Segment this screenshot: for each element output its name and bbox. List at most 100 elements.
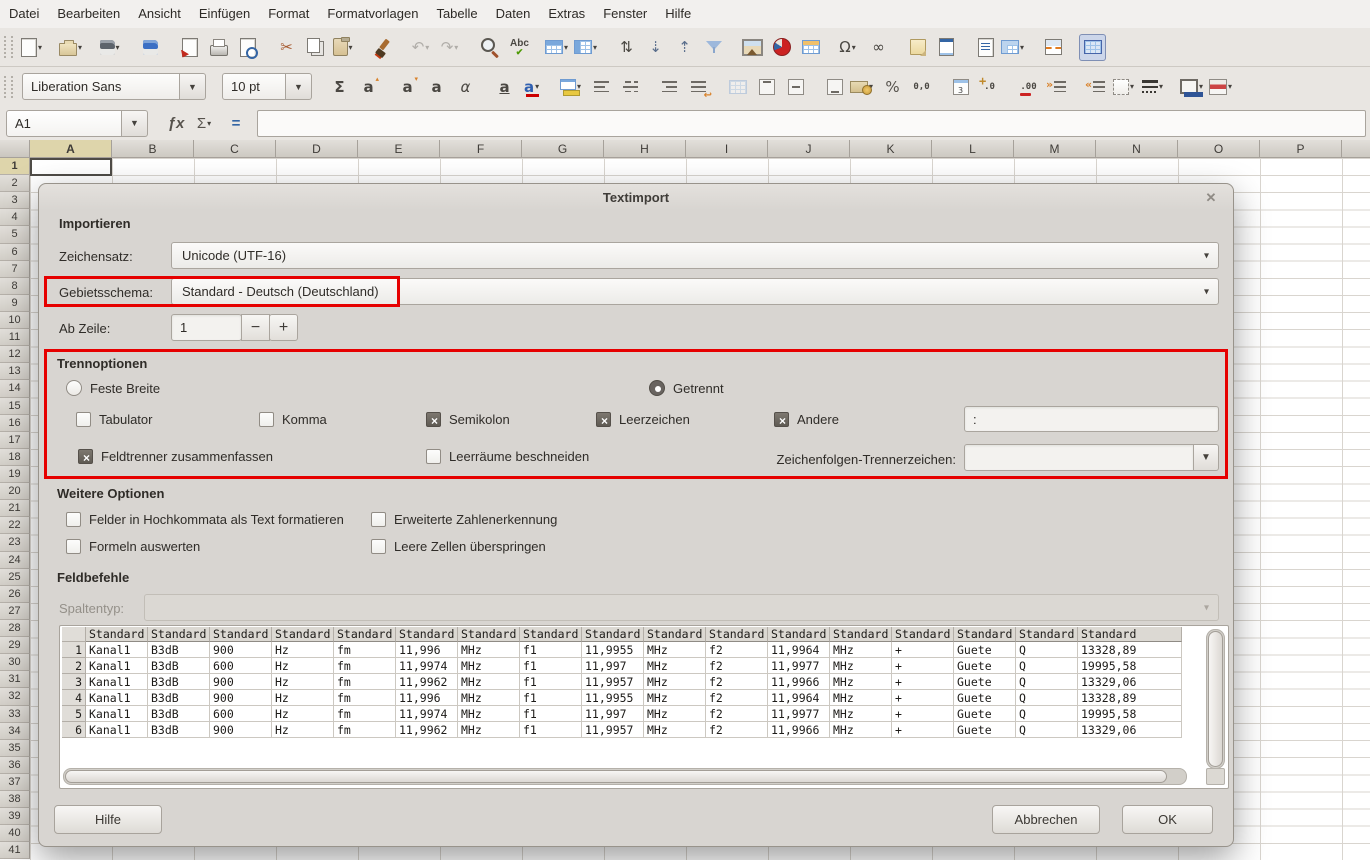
row-header-36[interactable]: 36 <box>0 757 30 774</box>
menu-item-einfügen[interactable]: Einfügen <box>190 0 259 28</box>
preview-column-header-15[interactable]: Standard <box>954 627 1016 642</box>
preview-horizontal-scrollbar[interactable] <box>63 768 1187 785</box>
borders-icon[interactable]: ▾ <box>1112 73 1139 100</box>
print-area-icon[interactable] <box>972 34 999 61</box>
align-bottom-icon[interactable] <box>821 73 848 100</box>
preview-column-header-9[interactable]: Standard <box>582 627 644 642</box>
column-header-partial[interactable] <box>1342 140 1370 158</box>
sum-icon[interactable]: Σ▾ <box>191 110 221 136</box>
column-header-j[interactable]: J <box>768 140 850 158</box>
align-middle-icon[interactable] <box>782 73 809 100</box>
row-header-20[interactable]: 20 <box>0 483 30 500</box>
rows-icon[interactable]: ▾ <box>545 34 572 61</box>
preview-column-header-2[interactable]: Standard <box>148 627 210 642</box>
merge-cells-icon[interactable] <box>724 73 751 100</box>
clone-formatting-icon[interactable] <box>370 34 397 61</box>
row-header-9[interactable]: 9 <box>0 295 30 312</box>
scrollbar-thumb[interactable] <box>65 770 1167 783</box>
menu-item-tabelle[interactable]: Tabelle <box>427 0 486 28</box>
save-icon[interactable]: ▾ <box>98 34 125 61</box>
row-header-40[interactable]: 40 <box>0 825 30 842</box>
preview-column-header-1[interactable]: Standard <box>86 627 148 642</box>
checkbox-icon[interactable] <box>66 512 81 527</box>
sort-descending-icon[interactable]: ⇡ <box>671 34 698 61</box>
column-header-l[interactable]: L <box>932 140 1014 158</box>
bold-icon[interactable]: a <box>423 73 450 100</box>
preview-column-header-12[interactable]: Standard <box>768 627 830 642</box>
row-header-8[interactable]: 8 <box>0 278 30 295</box>
row-header-28[interactable]: 28 <box>0 620 30 637</box>
menu-item-ansicht[interactable]: Ansicht <box>129 0 190 28</box>
font-size-value[interactable]: 10 pt <box>222 73 286 100</box>
preview-column-header-13[interactable]: Standard <box>830 627 892 642</box>
print-preview-icon[interactable] <box>234 34 261 61</box>
paste-icon[interactable]: ▾ <box>331 34 358 61</box>
checkbox-icon[interactable] <box>371 539 386 554</box>
freeze-panes-icon[interactable]: ▾ <box>1001 34 1028 61</box>
select-all-corner[interactable] <box>0 140 30 158</box>
from-row-input[interactable]: 1 <box>171 314 242 341</box>
menu-item-hilfe[interactable]: Hilfe <box>656 0 700 28</box>
from-row-decrease-button[interactable]: − <box>241 314 270 341</box>
from-row-increase-button[interactable]: + <box>269 314 298 341</box>
cut-icon[interactable]: ✂ <box>273 34 300 61</box>
undo-icon[interactable]: ↶▾ <box>409 34 436 61</box>
detect-numbers-checkbox[interactable]: Erweiterte Zahlenerkennung <box>371 512 557 527</box>
row-header-39[interactable]: 39 <box>0 808 30 825</box>
column-header-b[interactable]: B <box>112 140 194 158</box>
increase-indent-icon[interactable] <box>1044 73 1071 100</box>
number-format-icon[interactable]: 0,0 <box>908 73 935 100</box>
headers-footers-icon[interactable] <box>933 34 960 61</box>
row-header-14[interactable]: 14 <box>0 380 30 397</box>
preview-column-header-17[interactable]: Standard <box>1078 627 1182 642</box>
column-header-f[interactable]: F <box>440 140 522 158</box>
row-header-41[interactable]: 41 <box>0 842 30 859</box>
column-header-o[interactable]: O <box>1178 140 1260 158</box>
split-window-icon[interactable] <box>1040 34 1067 61</box>
comment-icon[interactable] <box>904 34 931 61</box>
preview-column-header-7[interactable]: Standard <box>458 627 520 642</box>
row-header-7[interactable]: 7 <box>0 261 30 278</box>
decrease-font-size-icon[interactable]: a <box>394 73 421 100</box>
menu-item-daten[interactable]: Daten <box>487 0 540 28</box>
preview-column-header-5[interactable]: Standard <box>334 627 396 642</box>
row-header-19[interactable]: 19 <box>0 466 30 483</box>
italic-icon[interactable]: α <box>452 73 479 100</box>
row-header-1[interactable]: 1 <box>0 158 30 175</box>
spelling-icon[interactable]: Abc <box>506 34 533 61</box>
conditional-formatting-icon[interactable]: ▾ <box>1209 73 1236 100</box>
chevron-down-icon[interactable]: ▼ <box>122 110 148 137</box>
date-format-icon[interactable] <box>947 73 974 100</box>
row-header-35[interactable]: 35 <box>0 740 30 757</box>
row-header-30[interactable]: 30 <box>0 654 30 671</box>
preview-vertical-scrollbar[interactable] <box>1206 629 1225 769</box>
row-header-6[interactable]: 6 <box>0 244 30 261</box>
column-header-i[interactable]: I <box>686 140 768 158</box>
row-header-17[interactable]: 17 <box>0 432 30 449</box>
skip-empty-cells-checkbox[interactable]: Leere Zellen überspringen <box>371 539 546 554</box>
row-header-38[interactable]: 38 <box>0 791 30 808</box>
menu-item-extras[interactable]: Extras <box>539 0 594 28</box>
row-header-34[interactable]: 34 <box>0 723 30 740</box>
autofilter-icon[interactable] <box>700 34 727 61</box>
highlight-color-icon[interactable]: ▾ <box>559 73 586 100</box>
font-name-combo[interactable]: Liberation Sans ▼ <box>22 73 206 100</box>
preview-column-header-4[interactable]: Standard <box>272 627 334 642</box>
preview-column-header-3[interactable]: Standard <box>210 627 272 642</box>
border-color-icon[interactable]: ▾ <box>1180 73 1207 100</box>
font-color-icon[interactable]: a▾ <box>520 73 547 100</box>
border-style-icon[interactable]: ▾ <box>1141 73 1168 100</box>
row-header-3[interactable]: 3 <box>0 192 30 209</box>
column-header-n[interactable]: N <box>1096 140 1178 158</box>
row-header-15[interactable]: 15 <box>0 398 30 415</box>
evaluate-formulas-checkbox[interactable]: Formeln auswerten <box>66 539 200 554</box>
row-header-10[interactable]: 10 <box>0 312 30 329</box>
checkbox-icon[interactable] <box>371 512 386 527</box>
percent-format-icon[interactable]: % <box>879 73 906 100</box>
menu-item-formatvorlagen[interactable]: Formatvorlagen <box>318 0 427 28</box>
row-header-29[interactable]: 29 <box>0 637 30 654</box>
checkbox-icon[interactable] <box>66 539 81 554</box>
sort-icon[interactable]: ⇅ <box>613 34 640 61</box>
name-box[interactable]: A1 ▼ <box>6 110 148 137</box>
columns-icon[interactable]: ▾ <box>574 34 601 61</box>
